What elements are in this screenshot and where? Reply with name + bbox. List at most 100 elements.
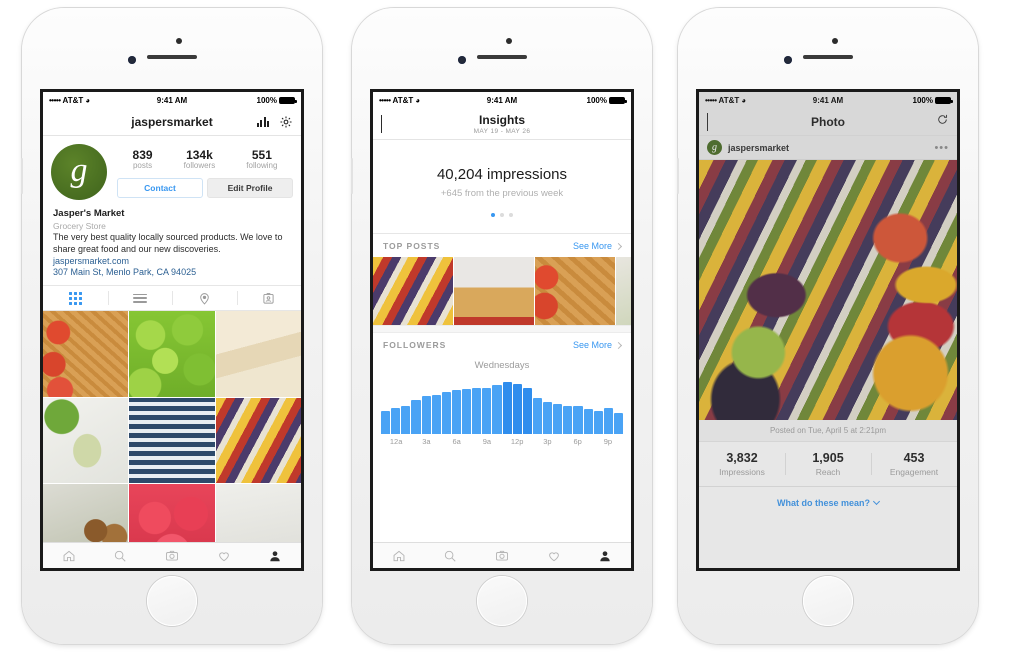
grid-photo[interactable]: [129, 311, 215, 397]
back-button[interactable]: [707, 112, 708, 131]
tab-activity[interactable]: [528, 549, 580, 563]
axis-tick-label: 6a: [452, 437, 461, 446]
chart-bar: [411, 399, 421, 434]
followers-chart: Wednesdays 12a 3a 6a 9a 12p 3p 6p 9p: [373, 356, 631, 448]
phone-device-profile: ••••• AT&T ◕ 9:41 AM 100% jaspersmarket: [21, 8, 322, 644]
website-link[interactable]: jaspersmarket.com: [53, 256, 291, 268]
see-more-label: See More: [572, 241, 612, 251]
bottom-tab-bar: [373, 542, 631, 568]
profile-header: g 839 posts 134k followers 551 following…: [43, 136, 301, 204]
top-post-thumb[interactable]: [454, 257, 534, 325]
stat-followers[interactable]: 134k followers: [184, 148, 216, 170]
battery-percent-label: 100%: [256, 95, 277, 105]
avatar[interactable]: g: [707, 140, 722, 155]
post-photo[interactable]: [699, 160, 957, 420]
followers-see-more[interactable]: See More: [573, 340, 623, 350]
status-right: 100%: [256, 95, 297, 105]
chart-bar: [462, 388, 472, 434]
location-pin-icon: [198, 292, 211, 305]
tab-map-view[interactable]: [172, 286, 237, 310]
page-title: Insights: [478, 112, 525, 127]
list-icon: [132, 292, 147, 305]
stat-label: posts: [132, 161, 153, 170]
metric-reach: 1,905 Reach: [785, 451, 871, 477]
pager-dot[interactable]: [500, 213, 504, 217]
gear-icon[interactable]: [279, 115, 293, 129]
home-button[interactable]: [147, 576, 197, 626]
grid-icon: [68, 291, 82, 305]
top-post-thumb[interactable]: [373, 257, 453, 325]
home-button[interactable]: [803, 576, 853, 626]
status-right: 100%: [913, 96, 953, 105]
section-divider: [373, 325, 631, 333]
top-post-thumb[interactable]: [535, 257, 615, 325]
top-posts-see-more[interactable]: See More: [572, 241, 623, 251]
avatar[interactable]: g: [51, 144, 107, 200]
axis-tick-label: 12p: [510, 437, 524, 446]
tab-profile[interactable]: [249, 549, 301, 563]
chevron-right-icon: [614, 242, 623, 250]
phone1-screen: ••••• AT&T ◕ 9:41 AM 100% jaspersmarket: [43, 92, 301, 568]
grid-photo[interactable]: [215, 311, 301, 397]
metric-value: 3,832: [726, 451, 758, 465]
edit-profile-button[interactable]: Edit Profile: [207, 178, 293, 198]
section-title: TOP POSTS: [383, 241, 441, 251]
pager-dot[interactable]: [491, 213, 495, 217]
chart-bar: [543, 402, 553, 434]
address-link[interactable]: 307 Main St, Menlo Park, CA 94025: [53, 267, 291, 279]
account-name[interactable]: jaspersmarket: [728, 143, 789, 153]
section-title: FOLLOWERS: [383, 340, 447, 350]
contact-button[interactable]: Contact: [117, 178, 203, 198]
home-button[interactable]: [477, 576, 527, 626]
tab-search[interactable]: [95, 549, 147, 563]
tab-list-view[interactable]: [107, 286, 173, 310]
profile-bio: Jasper's Market Grocery Store The very b…: [43, 204, 301, 285]
metric-value: 453: [903, 451, 925, 465]
tab-grid-view[interactable]: [43, 286, 108, 310]
tab-activity[interactable]: [198, 549, 250, 563]
chart-bar: [441, 392, 451, 434]
chart-bar: [492, 385, 502, 434]
explain-metrics-label: What do these mean?: [776, 498, 870, 508]
refresh-icon[interactable]: [936, 113, 949, 131]
tab-profile[interactable]: [579, 549, 631, 563]
pager-dot[interactable]: [509, 213, 513, 217]
tab-tagged-view[interactable]: [236, 286, 302, 310]
front-camera: [458, 56, 466, 64]
back-button[interactable]: [381, 114, 382, 133]
more-options-icon[interactable]: •••: [934, 142, 949, 153]
battery-icon: [279, 96, 297, 104]
grid-photo[interactable]: [215, 397, 301, 483]
grid-photo[interactable]: [129, 397, 215, 483]
tab-camera[interactable]: [146, 549, 198, 563]
bar-chart-icon[interactable]: [256, 116, 269, 127]
tab-search[interactable]: [425, 549, 477, 563]
chart-bar: [421, 396, 431, 434]
chart-bar: [502, 381, 512, 434]
stat-posts[interactable]: 839 posts: [133, 148, 153, 170]
chart-bars: [381, 376, 623, 434]
axis-tick-label: 9p: [603, 437, 613, 446]
carousel-pager[interactable]: [373, 213, 631, 217]
bio-description: The very best quality locally sourced pr…: [53, 231, 283, 254]
bottom-tab-bar: [43, 542, 301, 568]
stat-following[interactable]: 551 following: [246, 148, 277, 170]
tab-camera[interactable]: [476, 549, 528, 563]
explain-metrics-row[interactable]: What do these mean?: [699, 486, 957, 517]
chart-bar: [553, 404, 563, 434]
chart-bar: [522, 387, 532, 434]
stat-label: following: [246, 161, 278, 170]
tab-home[interactable]: [373, 549, 425, 563]
page-title: jaspersmarket: [131, 114, 213, 129]
profile-action-buttons: Contact Edit Profile: [117, 178, 293, 198]
tab-home[interactable]: [43, 549, 95, 563]
tagged-photos-icon: [262, 292, 275, 305]
top-post-thumb[interactable]: [616, 257, 631, 325]
stat-value: 134k: [186, 148, 213, 162]
impressions-headline: 40,204 impressions: [436, 166, 568, 183]
battery-percent-label: 100%: [586, 95, 607, 105]
grid-photo[interactable]: [43, 397, 129, 483]
axis-tick-label: 6p: [573, 437, 582, 446]
grid-photo[interactable]: [43, 311, 129, 397]
post-account-row[interactable]: g jaspersmarket •••: [699, 136, 957, 160]
